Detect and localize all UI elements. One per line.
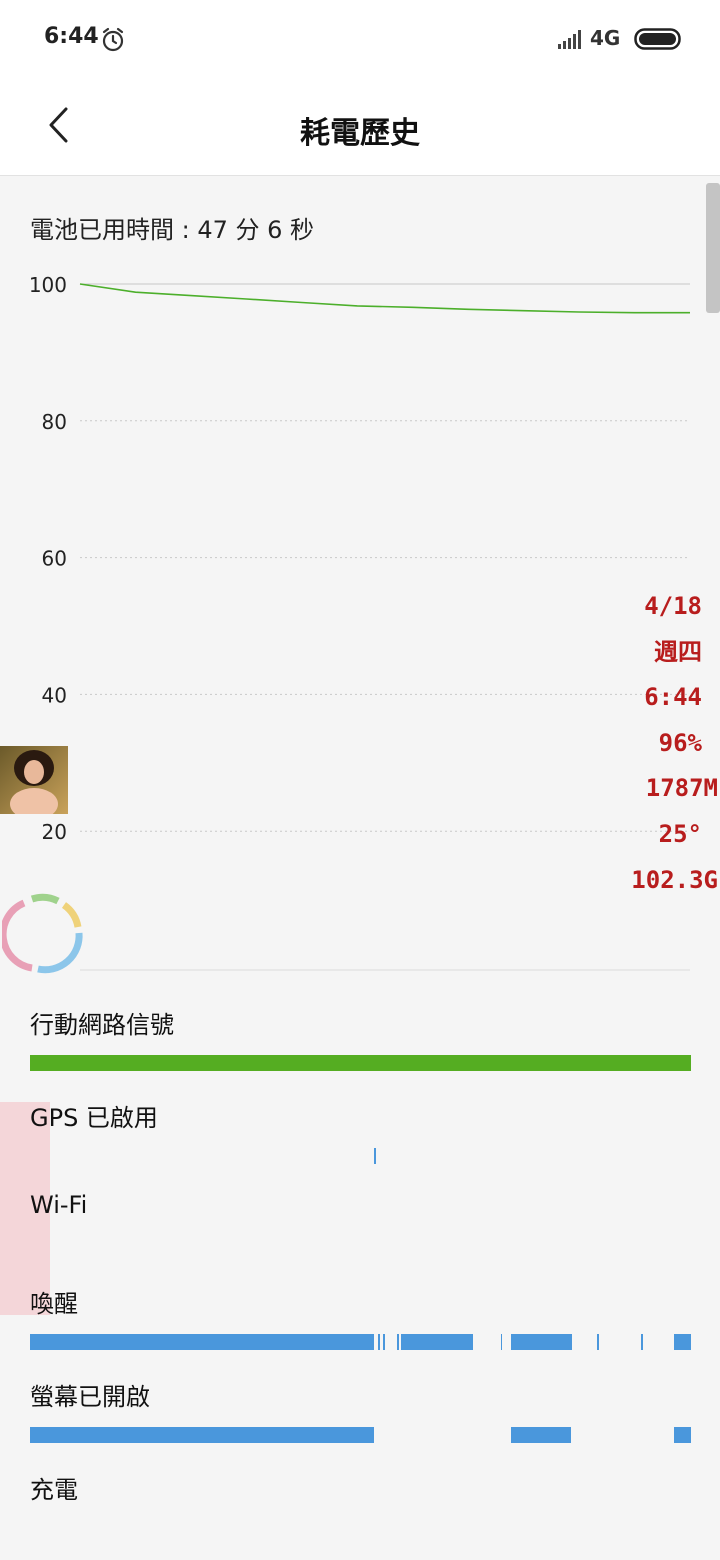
overlay-memory: 1787M [645, 774, 718, 803]
y-tick-label: 40 [42, 683, 67, 707]
battery-level-line [79, 283, 690, 314]
floating-avatar[interactable] [0, 746, 68, 814]
activity-segment [401, 1334, 473, 1350]
activity-segment [30, 1055, 691, 1071]
signal-icon [558, 30, 581, 49]
avatar-image [0, 746, 68, 814]
system-info-overlay: 4/18 週四 6:44 96% 1787M 25° 102.3G [600, 588, 720, 907]
overlay-temperature: 25° [658, 819, 702, 848]
activity-row-label: 行動網路信號 [30, 1011, 174, 1039]
activity-segment [674, 1427, 691, 1443]
y-tick-label: 80 [42, 410, 67, 434]
overlay-storage: 102.3G [631, 865, 718, 894]
activity-segment [382, 1334, 385, 1350]
activity-row-label: 充電 [30, 1476, 78, 1504]
activity-segment [641, 1334, 643, 1350]
activity-row-label: 喚醒 [30, 1290, 78, 1318]
activity-segment [30, 1334, 374, 1350]
y-tick-label: 100 [29, 273, 67, 297]
activity-row-label: 螢幕已開啟 [30, 1383, 150, 1411]
overlay-battery: 96% [658, 728, 702, 757]
floating-ring-icon[interactable] [2, 893, 86, 977]
status-bar: 6:44 4G [0, 0, 720, 78]
activity-segment [511, 1427, 571, 1443]
activity-row-track [30, 1148, 691, 1164]
activity-segment [30, 1427, 374, 1443]
battery-icon [634, 28, 681, 50]
activity-segment [396, 1334, 399, 1350]
activity-segment [373, 1148, 376, 1164]
overlay-weekday: 週四 [654, 637, 702, 666]
network-type-label: 4G [590, 26, 621, 50]
battery-usage-time: 電池已用時間 : 47 分 6 秒 [30, 216, 315, 244]
status-time: 6:44 [44, 24, 99, 49]
activity-segment [500, 1334, 503, 1350]
activity-row-label: GPS 已啟用 [30, 1104, 158, 1132]
activity-row-track [30, 1241, 691, 1257]
activity-row-track [30, 1520, 691, 1536]
y-tick-label: 20 [42, 820, 67, 844]
y-tick-label: 60 [42, 547, 67, 571]
activity-segment [378, 1334, 381, 1350]
page-title: 耗電歷史 [300, 116, 420, 151]
overlay-date: 4/18 [644, 592, 702, 620]
activity-row-track [30, 1427, 691, 1443]
activity-segment [597, 1334, 599, 1350]
app-header: 耗電歷史 [0, 78, 720, 176]
activity-row-track [30, 1055, 691, 1071]
alarm-icon [102, 27, 124, 52]
overlay-time: 6:44 [644, 683, 702, 712]
activity-row-label: Wi-Fi [30, 1191, 88, 1219]
activity-row-track [30, 1334, 691, 1350]
activity-segment [511, 1334, 572, 1350]
activity-segment [674, 1334, 691, 1350]
